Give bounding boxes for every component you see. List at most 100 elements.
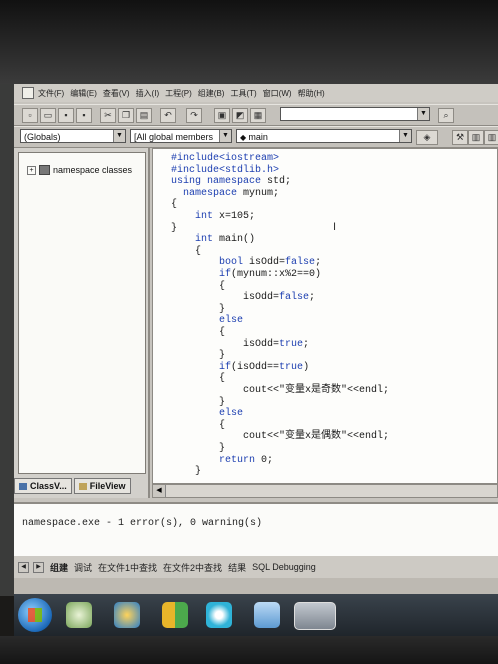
cut-icon[interactable]: ✂: [100, 108, 116, 123]
code-editor[interactable]: I #include<iostream> #include<stdlib.h> us…: [152, 148, 498, 484]
function-combo[interactable]: ◆ main ▼: [236, 129, 412, 143]
output-tab[interactable]: 结果: [228, 561, 246, 574]
tab-scroll-right-icon[interactable]: ▶: [33, 561, 44, 573]
code-line: {: [171, 327, 225, 339]
open-folder-icon[interactable]: ▭: [40, 108, 56, 123]
tab-scroll-left-icon[interactable]: ◀: [18, 561, 29, 573]
chevron-down-icon[interactable]: ▼: [399, 130, 411, 142]
code-line: int main(): [171, 234, 255, 246]
code-keyword: false: [279, 292, 310, 304]
expand-icon[interactable]: +: [27, 165, 36, 175]
code-line: if(mynum::x%2==0): [171, 269, 321, 281]
tree-item-label: namespace classes: [53, 165, 133, 175]
code-line: return 0;: [171, 455, 273, 467]
tree-item-namespace-classes[interactable]: + namespace classes: [27, 165, 132, 175]
code-line: cout<<"变量x是奇数"<<endl;: [171, 385, 389, 397]
output-window-icon[interactable]: ◩: [232, 108, 248, 123]
visual-studio-icon[interactable]: [294, 602, 336, 630]
editor-horizontal-scrollbar[interactable]: ◀: [152, 484, 498, 498]
code-line: int x=105;: [171, 211, 255, 223]
code-text: main(): [213, 234, 256, 246]
new-file-icon[interactable]: ▫: [22, 108, 38, 123]
browser-icon[interactable]: [114, 602, 140, 628]
save-all-icon[interactable]: ▪: [76, 108, 92, 123]
tiles-app-icon[interactable]: [162, 602, 188, 628]
code-line: bool isOdd=false;: [171, 257, 321, 269]
build-icon[interactable]: ▥: [468, 130, 484, 145]
members-combo[interactable]: [All global members ▼: [130, 129, 232, 143]
code-line: }: [171, 466, 201, 478]
code-line: }: [171, 304, 225, 316]
code-text: ): [303, 361, 310, 373]
tab-fileview[interactable]: FileView: [73, 478, 131, 494]
windows-start-icon[interactable]: [18, 598, 52, 632]
code-text: std;: [261, 176, 292, 188]
menu-view[interactable]: 查看(V): [103, 88, 130, 99]
code-text: {: [171, 199, 178, 211]
menu-bar: 文件(F) 编辑(E) 查看(V) 插入(I) 工程(P) 组建(B) 工具(T…: [14, 84, 498, 102]
code-text: {: [219, 327, 226, 338]
menu-build[interactable]: 组建(B): [198, 88, 225, 99]
menu-insert[interactable]: 插入(I): [136, 88, 160, 99]
wizard-action-icon[interactable]: ◈: [416, 130, 438, 145]
media-icon[interactable]: [66, 602, 92, 628]
copy-icon[interactable]: ❐: [118, 108, 134, 123]
scope-combo[interactable]: (Globals) ▼: [20, 129, 126, 143]
tab-classview[interactable]: ClassV...: [14, 478, 72, 494]
code-keyword: true: [279, 338, 304, 350]
media-player-icon[interactable]: [206, 602, 232, 628]
output-tab[interactable]: 调试: [74, 561, 92, 574]
code-line: #include<iostream>: [171, 153, 279, 165]
code-keyword: if: [219, 269, 232, 280]
text-cursor-icon: I: [333, 221, 337, 233]
code-text: }: [219, 443, 226, 454]
workspace-panel: + namespace classes ClassV... FileView: [14, 148, 150, 498]
menu-tools[interactable]: 工具(T): [230, 88, 256, 99]
menu-project[interactable]: 工程(P): [165, 88, 192, 99]
code-text: mynum;: [237, 187, 280, 199]
chevron-down-icon[interactable]: ▼: [219, 130, 231, 142]
menu-edit[interactable]: 编辑(E): [70, 88, 97, 99]
output-tab[interactable]: SQL Debugging: [252, 562, 316, 572]
bird-app-icon[interactable]: [254, 602, 280, 628]
code-text: {: [219, 280, 226, 292]
stop-build-icon[interactable]: ▥: [484, 130, 498, 145]
code-text: ;: [315, 257, 322, 269]
code-line: }: [171, 397, 225, 409]
members-combo-value: [All global members: [134, 132, 214, 142]
compile-icon[interactable]: ⚒: [452, 130, 468, 145]
code-keyword: int: [195, 211, 214, 222]
ide-window: 文件(F) 编辑(E) 查看(V) 插入(I) 工程(P) 组建(B) 工具(T…: [14, 84, 498, 636]
workspace-icon[interactable]: ▣: [214, 108, 230, 123]
menu-window[interactable]: 窗口(W): [263, 88, 292, 99]
find-in-files-icon[interactable]: ⌕: [438, 108, 454, 123]
chevron-down-icon[interactable]: ▼: [417, 108, 429, 120]
scope-combo-value: (Globals): [24, 132, 61, 142]
find-combo[interactable]: ▼: [280, 107, 430, 121]
window-list-icon[interactable]: ▦: [250, 108, 266, 123]
scroll-left-icon[interactable]: ◀: [153, 485, 166, 497]
code-line: cout<<"变量x是偶数"<<endl;: [171, 431, 389, 443]
code-keyword: false: [285, 257, 316, 269]
code-line: {: [171, 246, 201, 258]
code-text: }: [219, 303, 226, 315]
class-tree: + namespace classes: [18, 152, 146, 474]
code-keyword: int: [195, 234, 214, 246]
code-text: 0;: [255, 454, 274, 466]
code-line: using namespace std;: [171, 176, 291, 188]
code-text: {: [219, 373, 226, 385]
code-keyword: return: [219, 454, 256, 466]
menu-file[interactable]: 文件(F): [38, 88, 64, 99]
paste-icon[interactable]: ▤: [136, 108, 152, 123]
code-keyword: else: [219, 408, 244, 420]
menu-help[interactable]: 帮助(H): [298, 88, 325, 99]
output-tab[interactable]: 在文件2中查找: [163, 561, 222, 574]
chevron-down-icon[interactable]: ▼: [113, 130, 125, 142]
code-text: (mynum::x%2==0): [231, 269, 322, 280]
output-tab[interactable]: 组建: [50, 561, 68, 574]
code-text: isOdd=: [243, 338, 280, 350]
redo-icon[interactable]: ↷: [186, 108, 202, 123]
save-icon[interactable]: ▪: [58, 108, 74, 123]
undo-icon[interactable]: ↶: [160, 108, 176, 123]
output-tab[interactable]: 在文件1中查找: [98, 561, 157, 574]
